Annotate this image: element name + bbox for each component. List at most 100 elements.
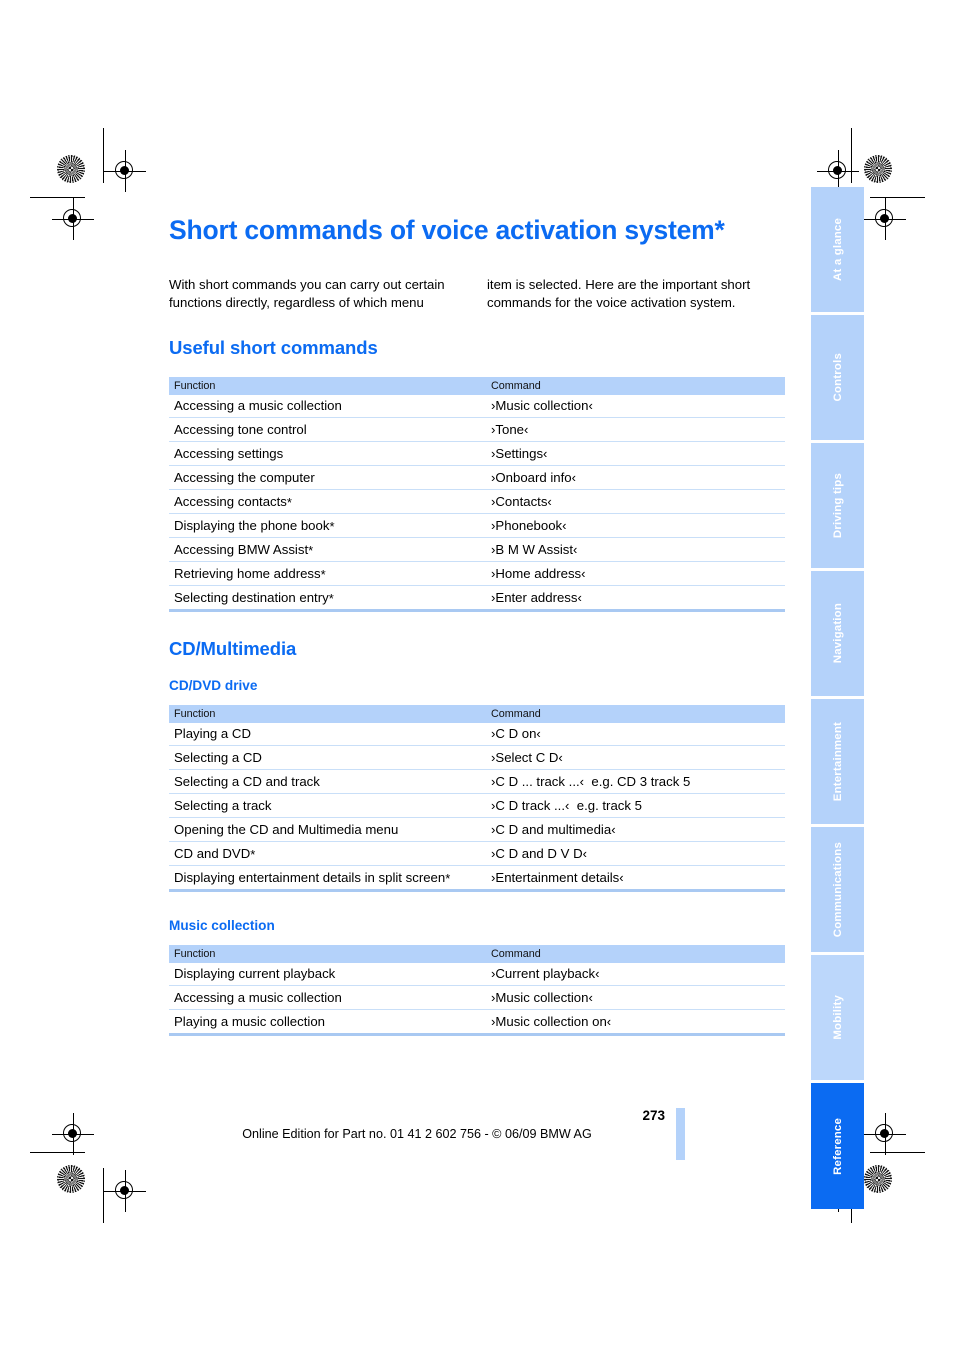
cell-function: Accessing the computer xyxy=(169,465,486,490)
cell-function: Selecting a CD and track xyxy=(169,769,486,794)
cell-command: ›C D on‹ xyxy=(486,723,785,746)
cell-function: Accessing tone control xyxy=(169,417,486,442)
chapter-tab-label: Mobility xyxy=(831,995,844,1040)
intro-column-right: item is selected. Here are the important… xyxy=(487,277,751,310)
footer-edition-notice: Online Edition for Part no. 01 41 2 602 … xyxy=(242,1127,592,1141)
voice-command: ›Music collection‹ xyxy=(491,990,593,1005)
registration-star-bottom-right xyxy=(864,1165,892,1193)
cell-function: Selecting a CD xyxy=(169,745,486,770)
cell-function: Playing a CD xyxy=(169,723,486,746)
trim-mark-left-lower-h xyxy=(30,1152,85,1154)
chapter-tab-entertainment[interactable]: Entertainment xyxy=(811,699,864,824)
function-label: Displaying entertainment details in spli… xyxy=(174,870,446,885)
table-row: Selecting destination entry* ›Enter addre… xyxy=(169,585,785,612)
voice-command: ›Music collection on‹ xyxy=(491,1014,612,1029)
table-row: Playing a CD ›C D on‹ xyxy=(169,723,785,746)
cell-command: ›Settings‹ xyxy=(486,441,785,466)
trim-mark-top-right-v xyxy=(851,128,853,183)
cell-function: Accessing BMW Assist* xyxy=(169,537,486,562)
column-header-command: Command xyxy=(486,945,785,963)
cell-command: ›Enter address‹ xyxy=(486,585,785,612)
function-label: Accessing tone control xyxy=(174,422,307,437)
cell-command: ›Music collection‹ xyxy=(486,985,785,1010)
chapter-tab-controls[interactable]: Controls xyxy=(811,315,864,440)
table-row: Displaying entertainment details in spli… xyxy=(169,865,785,892)
function-label: Accessing the computer xyxy=(174,470,315,485)
table-row: Accessing the computer ›Onboard info‹ xyxy=(169,465,785,490)
function-label: CD and DVD xyxy=(174,846,251,861)
chapter-tab-at-a-glance[interactable]: At a glance xyxy=(811,187,864,312)
table-row: Retrieving home address* ›Home address‹ xyxy=(169,561,785,586)
function-label: Accessing a music collection xyxy=(174,398,342,413)
chapter-tab-mobility[interactable]: Mobility xyxy=(811,955,864,1080)
cell-command: ›Home address‹ xyxy=(486,561,785,586)
chapter-tab-label: Entertainment xyxy=(831,721,844,802)
section-heading: Useful short commands xyxy=(169,337,378,358)
sections-container: Useful short commands Function Command Acce… xyxy=(169,337,785,1036)
optional-equipment-asterisk: * xyxy=(320,567,326,582)
cell-function: Displaying the phone book* xyxy=(169,513,486,538)
commands-table: Function Command Accessing a music collect… xyxy=(169,377,785,612)
voice-command: ›C D on‹ xyxy=(491,726,541,741)
registration-cross-top-left-inner xyxy=(104,150,146,192)
section-heading: CD/Multimedia xyxy=(169,638,297,659)
cell-function: Opening the CD and Multimedia menu xyxy=(169,817,486,842)
commands-table: Function Command Playing a CD ›C D on‹ Selec… xyxy=(169,705,785,892)
chapter-tab-label-wrap: Controls xyxy=(811,315,864,440)
column-header-function: Function xyxy=(169,705,486,723)
page-title: Short commands of voice activation syste… xyxy=(169,215,725,245)
cell-command: ›Music collection‹ xyxy=(486,395,785,418)
table-header-row: Function Command xyxy=(169,377,785,395)
voice-command: ›B M W Assist‹ xyxy=(491,542,578,557)
section-subheading: CD/DVD drive xyxy=(169,678,258,693)
chapter-tab-label: Communications xyxy=(831,841,844,938)
voice-command: ›Phonebook‹ xyxy=(491,518,567,533)
cell-command: ›Onboard info‹ xyxy=(486,465,785,490)
optional-equipment-asterisk: * xyxy=(286,495,292,510)
registration-cross-left-upper xyxy=(52,198,94,240)
function-label: Accessing BMW Assist xyxy=(174,542,309,557)
optional-equipment-asterisk: * xyxy=(329,519,335,534)
chapter-tab-label-wrap: Driving tips xyxy=(811,443,864,568)
function-label: Playing a CD xyxy=(174,726,251,741)
footer-accent-bar xyxy=(676,1108,685,1160)
chapter-tab-label-wrap: Reference xyxy=(811,1083,864,1209)
page-number: 273 xyxy=(642,1108,665,1123)
chapter-tab-navigation[interactable]: Navigation xyxy=(811,571,864,696)
page-content: Short commands of voice activation syste… xyxy=(169,215,785,1058)
cell-command: ›C D and D V D‹ xyxy=(486,841,785,866)
voice-command: ›Music collection‹ xyxy=(491,398,593,413)
function-label: Retrieving home address xyxy=(174,566,321,581)
chapter-tab-label: Driving tips xyxy=(831,472,844,539)
chapter-tab-reference[interactable]: Reference xyxy=(811,1083,864,1209)
cell-function: Accessing a music collection xyxy=(169,985,486,1010)
function-label: Displaying current playback xyxy=(174,966,336,981)
chapter-tab-label-wrap: Mobility xyxy=(811,955,864,1080)
chapter-tab-communications[interactable]: Communications xyxy=(811,827,864,952)
commands-table: Function Command Displaying current playba… xyxy=(169,945,785,1036)
registration-cross-right-upper xyxy=(864,198,906,240)
chapter-tab-strip: At a glance Controls Driving tips Navigatio… xyxy=(811,187,864,1209)
table-row: Accessing contacts* ›Contacts‹ xyxy=(169,489,785,514)
voice-command: ›Current playback‹ xyxy=(491,966,600,981)
trim-mark-top-left-v xyxy=(103,128,105,183)
table-header-row: Function Command xyxy=(169,945,785,963)
voice-command: ›C D and multimedia‹ xyxy=(491,822,616,837)
chapter-tab-label: Navigation xyxy=(831,603,844,664)
function-label: Playing a music collection xyxy=(174,1014,325,1029)
table-row: Selecting a CD and track ›C D ... track .… xyxy=(169,769,785,794)
optional-equipment-asterisk: * xyxy=(308,543,314,558)
table-row: Selecting a CD ›Select C D‹ xyxy=(169,745,785,770)
table-row: Selecting a track ›C D track ...‹ e.g. tr… xyxy=(169,793,785,818)
trim-mark-right-upper-h xyxy=(870,197,925,199)
function-label: Selecting destination entry xyxy=(174,590,329,605)
section: CD/Multimedia CD/DVD drive Function Command… xyxy=(169,638,785,892)
table-row: CD and DVD* ›C D and D V D‹ xyxy=(169,841,785,866)
function-label: Selecting a track xyxy=(174,798,272,813)
registration-star-top-right xyxy=(864,155,892,183)
voice-command: ›Tone‹ xyxy=(491,422,529,437)
cell-command: ›C D ... track ...‹ e.g. CD 3 track 5 xyxy=(486,769,785,794)
chapter-tab-label: At a glance xyxy=(831,218,844,281)
chapter-tab-driving-tips[interactable]: Driving tips xyxy=(811,443,864,568)
cell-command: ›Contacts‹ xyxy=(486,489,785,514)
